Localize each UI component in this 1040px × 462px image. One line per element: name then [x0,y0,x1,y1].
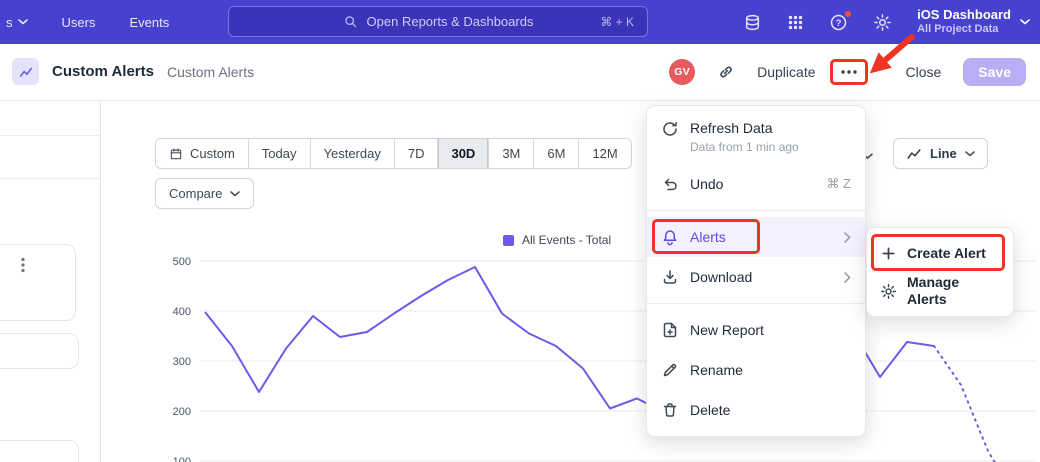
more-options-menu: Refresh Data Data from 1 min ago Undo ⌘ … [646,105,866,437]
project-switcher[interactable]: iOS Dashboard All Project Data [917,0,1030,44]
rail-card[interactable] [0,440,79,462]
nav-events[interactable]: Events [129,15,169,30]
submenu-item-label: Manage Alerts [907,274,1000,308]
search-icon [343,14,358,29]
more-options-button[interactable] [838,65,860,79]
undo-icon [661,175,679,193]
date-range-7d[interactable]: 7D [395,139,439,168]
rail-card[interactable] [0,244,76,321]
svg-text:500: 500 [173,256,191,268]
report-type-icon [12,58,39,85]
menu-item-label: Rename [690,362,743,379]
menu-item-delete[interactable]: Delete [647,390,865,430]
menu-item-refresh-data[interactable]: Refresh Data Data from 1 min ago [647,112,865,164]
kebab-menu-icon[interactable] [21,257,25,278]
line-chart-icon [906,146,922,162]
rail-separator [0,135,100,136]
date-range-today[interactable]: Today [249,139,311,168]
menu-item-label: Refresh Data [690,120,799,137]
duplicate-button[interactable]: Duplicate [757,64,815,80]
menu-item-shortcut: ⌘ Z [826,176,851,192]
chart-legend: All Events - Total [503,233,611,247]
project-title: iOS Dashboard [917,7,1011,23]
pencil-icon [661,361,679,379]
svg-text:300: 300 [173,356,191,368]
report-header: Custom Alerts Custom Alerts GV Duplicate… [0,44,1040,101]
calendar-icon [169,147,183,161]
search-shortcut: ⌘ + K [600,15,634,29]
date-range-segmented-control: Custom Today Yesterday 7D 30D 3M 6M 12M [155,138,632,169]
menu-item-alerts[interactable]: Alerts [647,217,865,257]
save-button[interactable]: Save [963,58,1026,86]
menu-divider [647,303,865,304]
chart-type-button[interactable]: Line [893,138,988,169]
date-range-yesterday[interactable]: Yesterday [311,139,395,168]
rail-card[interactable] [0,333,79,369]
trash-icon [661,401,679,419]
svg-text:?: ? [836,17,842,28]
nav-boards-label: s [6,15,13,30]
menu-item-rename[interactable]: Rename [647,350,865,390]
breadcrumb[interactable]: Custom Alerts [167,64,254,80]
chevron-down-icon [18,19,28,25]
bell-icon [661,228,679,246]
chevron-right-icon [844,232,851,243]
ellipsis-icon [840,69,858,75]
settings-gear-icon[interactable] [873,13,892,32]
avatar[interactable]: GV [669,59,695,85]
date-range-3m[interactable]: 3M [489,139,534,168]
global-search[interactable]: Open Reports & Dashboards ⌘ + K [228,6,648,37]
alerts-submenu: Create Alert Manage Alerts [866,227,1014,317]
date-range-6m[interactable]: 6M [534,139,579,168]
date-range-custom[interactable]: Custom [156,139,249,168]
download-icon [661,268,679,286]
menu-item-label: New Report [690,322,764,339]
menu-item-new-report[interactable]: New Report [647,310,865,350]
submenu-item-create-alert[interactable]: Create Alert [867,234,1013,272]
menu-item-label: Undo [690,176,723,193]
plus-icon [880,245,897,262]
menu-item-label: Download [690,269,752,286]
page-title: Custom Alerts [52,63,154,80]
date-range-30d[interactable]: 30D [438,139,489,168]
chevron-down-icon [965,151,975,157]
svg-text:100: 100 [173,456,191,462]
chevron-down-icon [230,191,240,197]
svg-text:400: 400 [173,306,191,318]
rail-separator [0,178,100,179]
submenu-item-manage-alerts[interactable]: Manage Alerts [867,272,1013,310]
menu-item-label: Alerts [690,229,726,246]
nav-boards-partial[interactable]: s [6,15,28,30]
notification-dot [844,10,852,18]
data-management-icon[interactable] [743,13,762,32]
help-icon[interactable]: ? [829,13,848,32]
top-nav: s Users Events Open Reports & Dashboards… [0,0,1040,44]
compare-button[interactable]: Compare [155,178,254,209]
svg-text:200: 200 [173,406,191,418]
date-range-12m[interactable]: 12M [579,139,630,168]
menu-item-sublabel: Data from 1 min ago [690,140,799,154]
apps-grid-icon[interactable] [787,14,804,31]
menu-item-download[interactable]: Download [647,257,865,297]
chevron-right-icon [844,272,851,283]
project-subtitle: All Project Data [917,23,1011,37]
legend-label: All Events - Total [522,233,611,247]
menu-divider [647,210,865,211]
gear-icon [880,283,897,300]
rail-divider [100,101,101,462]
new-report-icon [661,321,679,339]
close-button[interactable]: Close [906,64,942,80]
page: 500 400 300 200 100 s Users Events Open Repo… [0,0,1040,462]
submenu-item-label: Create Alert [907,245,986,262]
menu-item-label: Delete [690,402,730,419]
refresh-icon [661,120,679,138]
nav-users[interactable]: Users [62,15,96,30]
chevron-down-icon [1020,19,1030,25]
search-placeholder: Open Reports & Dashboards [367,14,534,29]
legend-swatch [503,235,514,246]
menu-item-undo[interactable]: Undo ⌘ Z [647,164,865,204]
share-link-icon[interactable] [717,63,735,81]
